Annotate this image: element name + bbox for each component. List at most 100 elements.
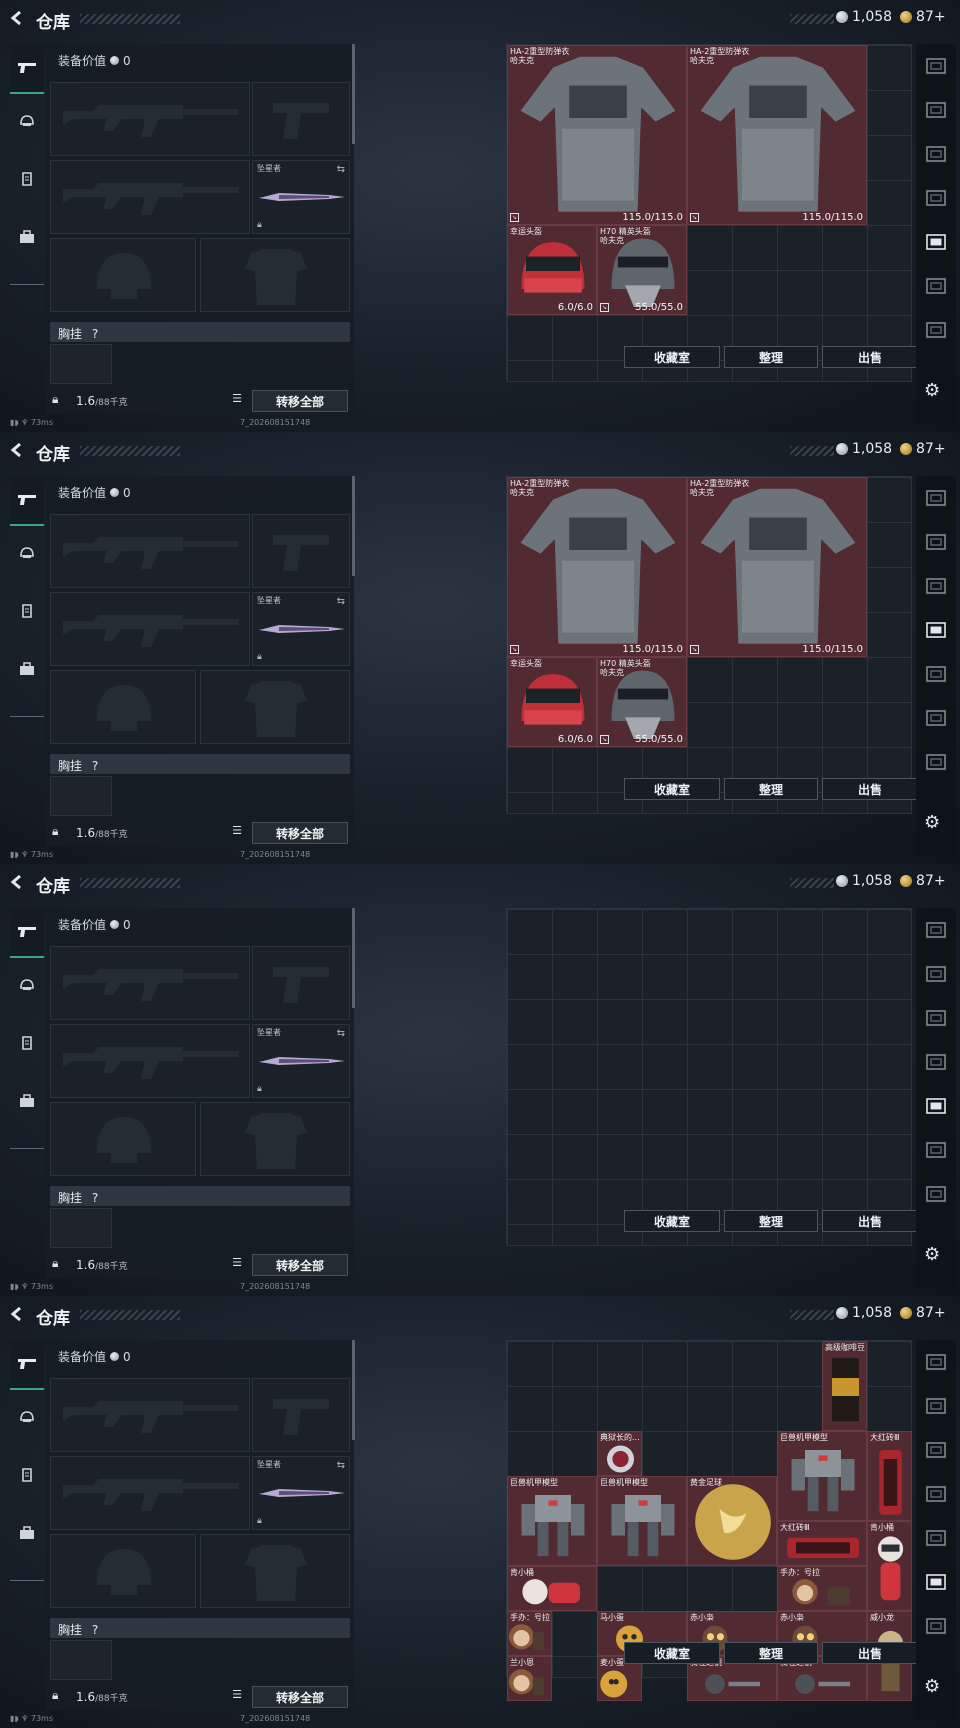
pistol-slot[interactable]	[252, 82, 350, 156]
armor-slot[interactable]	[200, 1102, 350, 1176]
back-arrow-icon[interactable]	[10, 874, 24, 890]
vault-tab-button-2[interactable]	[922, 1436, 950, 1464]
sidebar-tab-armor[interactable]	[10, 1450, 44, 1500]
vault-tab-button-2[interactable]	[922, 1004, 950, 1032]
chest-rig-slot[interactable]	[50, 344, 112, 384]
vault-tab-button-0[interactable]	[922, 52, 950, 80]
secondary-weapon-slot[interactable]	[50, 1456, 250, 1530]
inventory-item[interactable]: H70 精英头盔 哈夫克 55.0/55.0 ↘	[597, 657, 687, 747]
chest-rig-header[interactable]: 胸挂 ?	[50, 1186, 350, 1206]
vault-tab-button-0[interactable]	[922, 1348, 950, 1376]
list-icon[interactable]: ☰	[228, 1256, 246, 1272]
pistol-slot[interactable]	[252, 1378, 350, 1452]
secondary-weapon-slot[interactable]	[50, 1024, 250, 1098]
sell-button[interactable]: 出售	[822, 1210, 918, 1232]
settings-gear-icon[interactable]: ⚙	[924, 812, 940, 833]
chest-rig-slot[interactable]	[50, 776, 112, 816]
primary-weapon-slot[interactable]	[50, 1378, 250, 1452]
helmet-slot[interactable]	[50, 238, 196, 312]
inventory-item[interactable]: 高级咖啡豆	[822, 1341, 867, 1431]
transfer-all-button[interactable]: 转移全部	[252, 1254, 348, 1276]
storage-grid[interactable]: HA-2重型防弹衣 哈夫克 115.0/115.0 ↘ HA-2重型防弹衣 哈夫克 115.…	[506, 44, 912, 382]
vault-tab-button-0[interactable]	[922, 484, 950, 512]
chest-rig-header[interactable]: 胸挂 ?	[50, 322, 350, 342]
sidebar-tab-weapons[interactable]	[10, 44, 44, 94]
sidebar-tab-helmet[interactable]	[10, 1392, 44, 1442]
sort-button[interactable]: 整理	[724, 346, 818, 368]
inventory-item[interactable]: 幸运头盔 6.0/6.0	[507, 657, 597, 747]
padlock-icon[interactable]: 🔒︎	[52, 1256, 58, 1271]
inventory-item[interactable]: 巨兽机甲模型	[597, 1476, 687, 1566]
transfer-all-button[interactable]: 转移全部	[252, 822, 348, 844]
vault-tab-button-2[interactable]	[922, 572, 950, 600]
sell-button[interactable]: 出售	[822, 778, 918, 800]
list-icon[interactable]: ☰	[228, 392, 246, 408]
helmet-slot[interactable]	[50, 1534, 196, 1608]
inventory-item[interactable]: HA-2重型防弹衣 哈夫克 115.0/115.0 ↘	[687, 477, 867, 657]
loadout-scrollbar[interactable]	[352, 476, 355, 576]
chest-rig-slot[interactable]	[50, 1208, 112, 1248]
padlock-icon[interactable]: 🔒︎	[52, 392, 58, 407]
settings-gear-icon[interactable]: ⚙	[924, 1676, 940, 1697]
sell-button[interactable]: 出售	[822, 346, 918, 368]
vault-tab-button-4[interactable]	[922, 1092, 950, 1120]
chest-rig-header[interactable]: 胸挂 ?	[50, 1618, 350, 1638]
inventory-item[interactable]: HA-2重型防弹衣 哈夫克 115.0/115.0 ↘	[687, 45, 867, 225]
vault-tab-button-1[interactable]	[922, 1392, 950, 1420]
sidebar-tab-weapons[interactable]	[10, 1340, 44, 1390]
swap-icon[interactable]: ⇆	[337, 164, 345, 175]
inventory-item[interactable]: 典狱长的...	[597, 1431, 642, 1476]
sort-button[interactable]: 整理	[724, 1642, 818, 1664]
inventory-item[interactable]: 肯小桶	[507, 1566, 597, 1611]
list-icon[interactable]: ☰	[228, 1688, 246, 1704]
token-balance[interactable]: 87+	[900, 873, 946, 889]
back-arrow-icon[interactable]	[10, 10, 24, 26]
loadout-scrollbar[interactable]	[352, 908, 355, 1008]
sidebar-tab-backpack[interactable]	[10, 1076, 44, 1126]
loadout-scrollbar[interactable]	[352, 1340, 355, 1440]
vault-tab-button-5[interactable]	[922, 1568, 950, 1596]
token-balance[interactable]: 87+	[900, 1305, 946, 1321]
vault-tab-button-5[interactable]	[922, 272, 950, 300]
sidebar-tab-backpack[interactable]	[10, 212, 44, 262]
melee-slot[interactable]: 坠星者 ⇆ 🔒︎	[252, 1456, 350, 1530]
storage-grid[interactable]	[506, 908, 912, 1246]
inventory-item[interactable]: 巨兽机甲模型	[507, 1476, 597, 1566]
melee-slot[interactable]: 坠星者 ⇆ 🔒︎	[252, 592, 350, 666]
token-balance[interactable]: 87+	[900, 9, 946, 25]
secondary-weapon-slot[interactable]	[50, 160, 250, 234]
padlock-icon[interactable]: 🔒︎	[52, 1688, 58, 1703]
inventory-item[interactable]: HA-2重型防弹衣 哈夫克 115.0/115.0 ↘	[507, 45, 687, 225]
primary-weapon-slot[interactable]	[50, 82, 250, 156]
secondary-weapon-slot[interactable]	[50, 592, 250, 666]
sidebar-tab-armor[interactable]	[10, 154, 44, 204]
inventory-item[interactable]: 黄金足球	[687, 1476, 777, 1566]
helmet-slot[interactable]	[50, 1102, 196, 1176]
vault-tab-button-6[interactable]	[922, 748, 950, 776]
vault-tab-button-3[interactable]	[922, 616, 950, 644]
collection-room-button[interactable]: 收藏室	[624, 1210, 720, 1232]
inventory-item[interactable]: 兰小恩	[507, 1656, 552, 1701]
chest-rig-slot[interactable]	[50, 1640, 112, 1680]
sort-button[interactable]: 整理	[724, 1210, 818, 1232]
settings-gear-icon[interactable]: ⚙	[924, 380, 940, 401]
sell-button[interactable]: 出售	[822, 1642, 918, 1664]
vault-tab-button-2[interactable]	[922, 140, 950, 168]
help-icon[interactable]: ?	[92, 1623, 98, 1637]
pistol-slot[interactable]	[252, 946, 350, 1020]
help-icon[interactable]: ?	[92, 327, 98, 341]
inventory-item[interactable]: 大红砖Ⅲ	[777, 1521, 867, 1566]
melee-slot[interactable]: 坠星者 ⇆ 🔒︎	[252, 160, 350, 234]
storage-grid[interactable]: HA-2重型防弹衣 哈夫克 115.0/115.0 ↘ HA-2重型防弹衣 哈夫克 115.…	[506, 476, 912, 814]
vault-tab-button-6[interactable]	[922, 1180, 950, 1208]
chest-rig-header[interactable]: 胸挂 ?	[50, 754, 350, 774]
sidebar-tab-weapons[interactable]	[10, 908, 44, 958]
inventory-item[interactable]: 肯小桶	[867, 1521, 912, 1611]
vault-tab-button-3[interactable]	[922, 1048, 950, 1076]
inventory-item[interactable]: 手办：号拉	[777, 1566, 867, 1611]
sidebar-tab-armor[interactable]	[10, 1018, 44, 1068]
sort-button[interactable]: 整理	[724, 778, 818, 800]
inventory-item[interactable]: 手办：号拉	[507, 1611, 552, 1656]
collection-room-button[interactable]: 收藏室	[624, 346, 720, 368]
transfer-all-button[interactable]: 转移全部	[252, 390, 348, 412]
